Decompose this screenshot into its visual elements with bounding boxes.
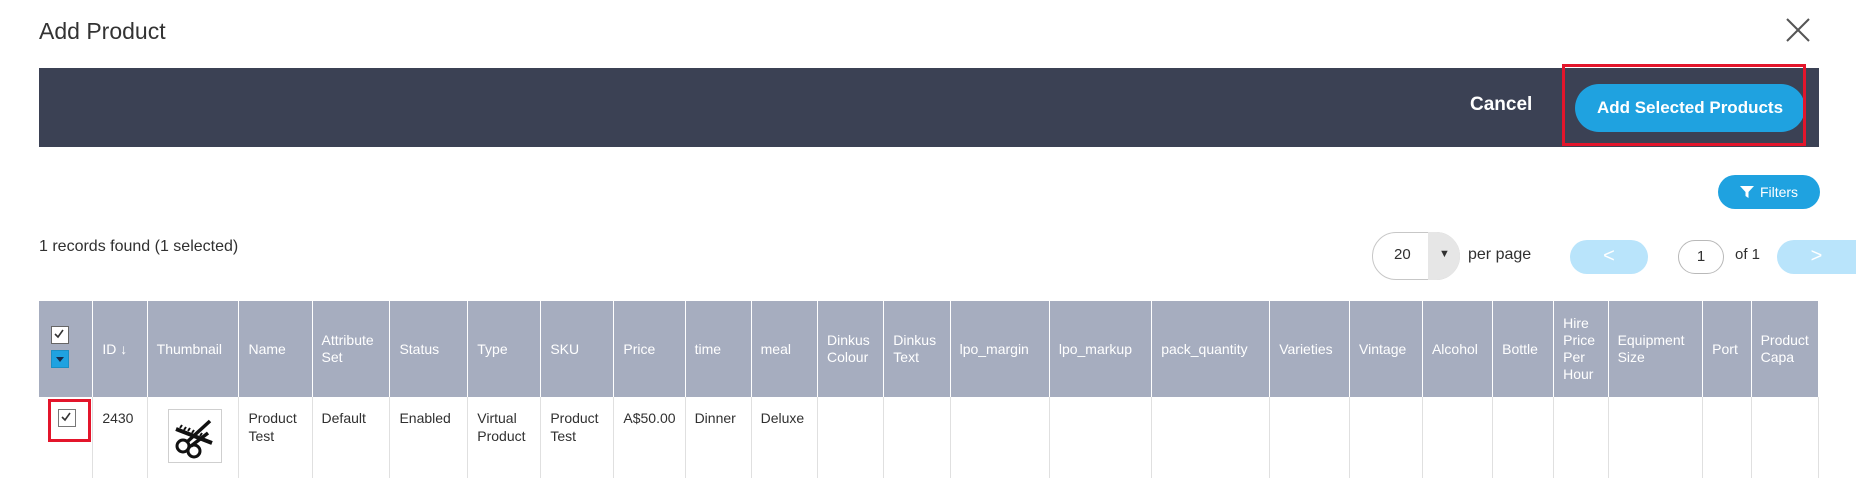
cancel-button[interactable]: Cancel xyxy=(1470,94,1532,116)
cell-type: Virtual Product xyxy=(467,397,542,478)
column-header-sku[interactable]: SKU xyxy=(540,301,615,397)
column-header-thumbnail: Thumbnail xyxy=(147,301,240,397)
filter-icon xyxy=(1739,186,1754,198)
cell-equipment-size xyxy=(1608,397,1704,478)
column-header-name[interactable]: Name xyxy=(238,301,313,397)
product-thumbnail[interactable] xyxy=(167,409,222,463)
cell-status: Enabled xyxy=(389,397,469,478)
filters-label: Filters xyxy=(1759,184,1799,200)
cell-port xyxy=(1702,397,1752,478)
prev-page-button[interactable]: < xyxy=(1570,240,1648,274)
cell-hire-price-per-hour xyxy=(1553,397,1609,478)
column-header-vintage[interactable]: Vintage xyxy=(1349,301,1423,397)
cell-id: 2430 xyxy=(92,397,148,478)
column-header-product-capa[interactable]: Product Capa xyxy=(1751,301,1819,397)
product-grid: ID ↓ Thumbnail Name Attribute Set Status… xyxy=(39,301,1819,478)
cell-product-capa xyxy=(1751,397,1819,478)
column-header-time[interactable]: time xyxy=(685,301,752,397)
select-all-checkbox[interactable] xyxy=(51,326,69,344)
cell-time: Dinner xyxy=(685,397,752,478)
column-header-varieties[interactable]: Varieties xyxy=(1269,301,1351,397)
dialog-title: Add Product xyxy=(39,18,166,44)
cell-dinkus-colour xyxy=(817,397,885,478)
column-header-meal[interactable]: meal xyxy=(751,301,819,397)
column-header-lpo-margin[interactable]: lpo_margin xyxy=(950,301,1050,397)
caret-down-icon: ▼ xyxy=(1439,248,1450,260)
cell-attribute-set: Default xyxy=(312,397,391,478)
column-header-alcohol[interactable]: Alcohol xyxy=(1422,301,1494,397)
scissors-icon xyxy=(174,419,213,459)
caret-down-icon xyxy=(56,357,64,362)
add-button-highlight xyxy=(1562,64,1806,146)
column-header-pack-quantity[interactable]: pack_quantity xyxy=(1151,301,1271,397)
column-header-port[interactable]: Port xyxy=(1702,301,1752,397)
column-header-bottle[interactable]: Bottle xyxy=(1492,301,1555,397)
column-header-type[interactable]: Type xyxy=(467,301,542,397)
per-page-value: 20 xyxy=(1394,246,1411,263)
column-header-id[interactable]: ID ↓ xyxy=(92,301,148,397)
cell-varieties xyxy=(1269,397,1351,478)
action-toolbar xyxy=(39,68,1819,147)
column-header-lpo-markup[interactable]: lpo_markup xyxy=(1049,301,1153,397)
checkmark-icon xyxy=(54,329,64,339)
column-header-dinkus-colour[interactable]: Dinkus Colour xyxy=(817,301,885,397)
per-page-label: per page xyxy=(1468,246,1532,263)
table-row[interactable]: 2430 Product Test Default Enabled Virtua… xyxy=(39,397,1819,478)
cell-dinkus-text xyxy=(883,397,951,478)
cell-lpo-margin xyxy=(950,397,1050,478)
column-header-equipment-size[interactable]: Equipment Size xyxy=(1608,301,1704,397)
cell-lpo-markup xyxy=(1049,397,1153,478)
close-icon[interactable] xyxy=(1784,16,1812,44)
column-header-price[interactable]: Price xyxy=(613,301,686,397)
header-select-all-cell xyxy=(39,301,94,397)
per-page-dropdown-toggle[interactable]: ▼ xyxy=(1428,232,1460,280)
column-header-dinkus-text[interactable]: Dinkus Text xyxy=(883,301,951,397)
cell-bottle xyxy=(1492,397,1555,478)
cell-alcohol xyxy=(1422,397,1494,478)
column-label: ID xyxy=(102,340,117,357)
page-number-input[interactable]: 1 xyxy=(1678,240,1724,274)
cell-vintage xyxy=(1349,397,1423,478)
cell-thumbnail xyxy=(147,397,240,478)
product-table: ID ↓ Thumbnail Name Attribute Set Status… xyxy=(39,301,1819,478)
filters-button[interactable]: Filters xyxy=(1718,175,1820,209)
column-header-hire-price-per-hour[interactable]: Hire Price Per Hour xyxy=(1553,301,1609,397)
page-total-label: of 1 xyxy=(1735,246,1761,263)
next-page-button[interactable]: > xyxy=(1777,240,1856,274)
cell-name: Product Test xyxy=(238,397,313,478)
row-checkbox-highlight xyxy=(48,399,91,442)
cell-price: A$50.00 xyxy=(613,397,686,478)
column-header-attribute-set[interactable]: Attribute Set xyxy=(312,301,391,397)
cell-meal: Deluxe xyxy=(751,397,819,478)
sort-desc-icon: ↓ xyxy=(120,340,128,357)
table-header-row: ID ↓ Thumbnail Name Attribute Set Status… xyxy=(39,301,1819,397)
cell-pack-quantity xyxy=(1151,397,1271,478)
records-found-text: 1 records found (1 selected) xyxy=(39,238,239,255)
cell-sku: Product Test xyxy=(540,397,615,478)
column-header-status[interactable]: Status xyxy=(389,301,469,397)
mass-select-dropdown[interactable] xyxy=(51,350,69,368)
